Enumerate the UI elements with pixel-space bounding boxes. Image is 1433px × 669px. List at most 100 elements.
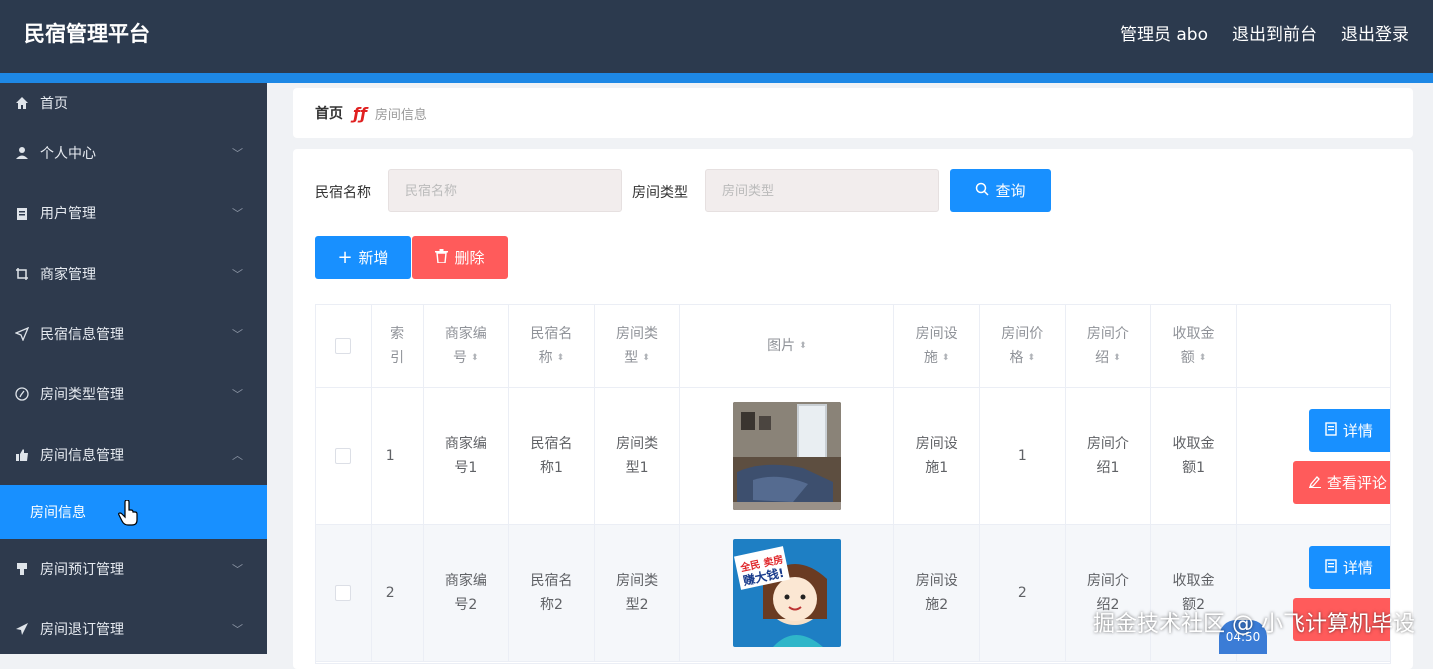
cell-homestay-name: 民宿名 称2 — [509, 525, 595, 661]
detail-button[interactable]: 详情 — [1308, 546, 1390, 589]
cell-facility-line2: 施1 — [925, 460, 949, 476]
cell-price: 2 — [980, 525, 1066, 661]
sidebar-item-merchant-management[interactable]: 商家管理 ﹀ — [0, 244, 267, 304]
sidebar-item-room-type-management[interactable]: 房间类型管理 ﹀ — [0, 364, 267, 424]
sidebar-item-user-management[interactable]: 用户管理 ﹀ — [0, 183, 267, 243]
document-icon — [1325, 419, 1337, 443]
header-image[interactable]: 图片 ⬍ — [680, 305, 895, 387]
detail-button-label: 详情 — [1342, 421, 1373, 440]
sidebar-item-room-info-management[interactable]: 房间信息管理 ︿ — [0, 424, 267, 484]
chevron-down-icon: ﹀ — [232, 207, 243, 221]
bookmark-icon — [14, 561, 30, 577]
sidebar-item-room-cancel-management[interactable]: 房间退订管理 ﹀ — [0, 599, 267, 654]
admin-user-link[interactable]: 管理员 abo — [1120, 20, 1208, 45]
logout-link[interactable]: 退出登录 — [1341, 20, 1409, 45]
cell-homestay-name: 民宿名 称1 — [509, 388, 595, 524]
cell-facility: 房间设 施2 — [894, 525, 981, 661]
sidebar-item-room-booking-management[interactable]: 房间预订管理 ﹀ — [0, 539, 267, 599]
chevron-up-icon: ︿ — [232, 448, 243, 462]
sort-icon[interactable]: ⬍ — [471, 353, 479, 363]
row-checkbox[interactable] — [335, 448, 352, 464]
breadcrumb-home[interactable]: 首页 — [315, 103, 343, 123]
header-name-line1: 民宿名 — [530, 326, 573, 342]
sort-icon[interactable]: ⬍ — [1028, 353, 1036, 363]
cell-intro: 房间介 绍1 — [1066, 388, 1152, 524]
send-icon — [14, 326, 30, 342]
header-fee[interactable]: 收取金 额 ⬍ — [1151, 305, 1237, 387]
crop-icon — [14, 266, 30, 282]
sort-icon[interactable]: ⬍ — [1199, 353, 1207, 363]
content-panel: 民宿名称 民宿名称 房间类型 房间类型 查询 + 新增 删除 索 引 商家编 号… — [293, 149, 1413, 669]
row-select-cell — [316, 525, 372, 661]
add-button[interactable]: + 新增 — [315, 236, 411, 279]
room-photo[interactable] — [732, 402, 841, 510]
sidebar-item-label: 用户管理 — [40, 206, 96, 223]
sort-icon[interactable]: ⬍ — [557, 353, 565, 363]
cell-operations: 详情 查看评论 — [1237, 388, 1390, 524]
header-type-line1: 房间类 — [616, 326, 659, 342]
room-type-input[interactable]: 房间类型 — [705, 169, 939, 212]
exit-to-frontend-link[interactable]: 退出到前台 — [1232, 20, 1317, 45]
chevron-down-icon: ﹀ — [232, 562, 243, 576]
header-name-line2: 称 — [538, 350, 553, 366]
sidebar-item-personal-center[interactable]: 个人中心 ﹀ — [0, 123, 267, 183]
cell-intro-line1: 房间介 — [1086, 573, 1129, 589]
row-checkbox[interactable] — [335, 585, 352, 601]
sort-icon[interactable]: ⬍ — [1113, 353, 1121, 363]
sort-icon[interactable]: ⬍ — [799, 341, 807, 351]
header-facility[interactable]: 房间设 施 ⬍ — [894, 305, 980, 387]
trash-icon — [435, 248, 449, 267]
cell-type-line2: 型2 — [625, 597, 649, 613]
cell-name-line1: 民宿名 — [530, 573, 573, 589]
header-intro[interactable]: 房间介 绍 ⬍ — [1066, 305, 1152, 387]
row-select-cell — [316, 388, 372, 524]
sort-icon[interactable]: ⬍ — [642, 353, 650, 363]
cell-name-line1: 民宿名 — [530, 436, 573, 452]
header-room-type[interactable]: 房间类 型 ⬍ — [595, 305, 681, 387]
header-merchant-no[interactable]: 商家编 号 ⬍ — [424, 305, 510, 387]
breadcrumb-current: 房间信息 — [374, 107, 427, 123]
header-index-line1: 索 — [390, 326, 405, 342]
detail-button[interactable]: 详情 — [1308, 409, 1390, 452]
promo-poster-image[interactable]: 全民 卖房 赚大钱! — [732, 539, 841, 647]
cell-fee-line1: 收取金 — [1172, 573, 1215, 589]
cell-merchant-line2: 号1 — [454, 460, 478, 476]
room-type-label: 房间类型 — [632, 185, 688, 201]
watermark: 掘金技术社区 @ 小飞计算机毕设 — [1093, 612, 1415, 637]
chevron-down-icon: ﹀ — [232, 267, 243, 281]
cell-fee: 收取金 额1 — [1151, 388, 1237, 524]
select-all-checkbox[interactable] — [335, 338, 352, 354]
homestay-name-input[interactable]: 民宿名称 — [388, 169, 622, 212]
header-type-line2: 型 — [624, 350, 639, 366]
cell-intro-line2: 绍1 — [1096, 460, 1120, 476]
sidebar-item-home[interactable]: 首页 — [0, 83, 267, 123]
cell-facility: 房间设 施1 — [894, 388, 981, 524]
header-operations — [1237, 305, 1390, 387]
cell-type-line2: 型1 — [625, 460, 649, 476]
sort-icon[interactable]: ⬍ — [942, 353, 950, 363]
search-button[interactable]: 查询 — [950, 169, 1051, 212]
cell-merchant-no: 商家编 号2 — [424, 525, 510, 661]
app-title: 民宿管理平台 — [24, 22, 150, 46]
header-facility-line1: 房间设 — [915, 326, 958, 342]
cell-image — [680, 388, 895, 524]
header-price-line1: 房间价 — [1001, 326, 1044, 342]
cell-type-line1: 房间类 — [616, 436, 659, 452]
header-links: 管理员 abo 退出到前台 退出登录 — [1120, 20, 1409, 45]
header-price[interactable]: 房间价 格 ⬍ — [980, 305, 1066, 387]
sidebar-item-homestay-info-management[interactable]: 民宿信息管理 ﹀ — [0, 304, 267, 364]
paper-plane-icon — [14, 621, 30, 637]
sidebar-item-label: 房间预订管理 — [40, 561, 124, 578]
sidebar-subitem-room-info[interactable]: 房间信息 — [0, 484, 267, 539]
header-price-line2: 格 — [1009, 350, 1024, 366]
header-homestay-name[interactable]: 民宿名 称 ⬍ — [509, 305, 595, 387]
view-reviews-button[interactable]: 查看评论 — [1292, 461, 1390, 504]
sidebar-subitem-label: 房间信息 — [30, 504, 86, 521]
table-header-row: 索 引 商家编 号 ⬍ 民宿名 称 ⬍ 房间类 型 ⬍ 图片 ⬍ 房间设 施 ⬍… — [316, 305, 1390, 388]
detail-button-label: 详情 — [1342, 558, 1373, 577]
cell-name-line2: 称2 — [540, 597, 563, 613]
delete-button[interactable]: 删除 — [412, 236, 508, 279]
header-intro-line1: 房间介 — [1086, 326, 1129, 342]
chevron-down-icon: ﹀ — [232, 147, 243, 161]
homestay-name-label: 民宿名称 — [315, 185, 371, 201]
